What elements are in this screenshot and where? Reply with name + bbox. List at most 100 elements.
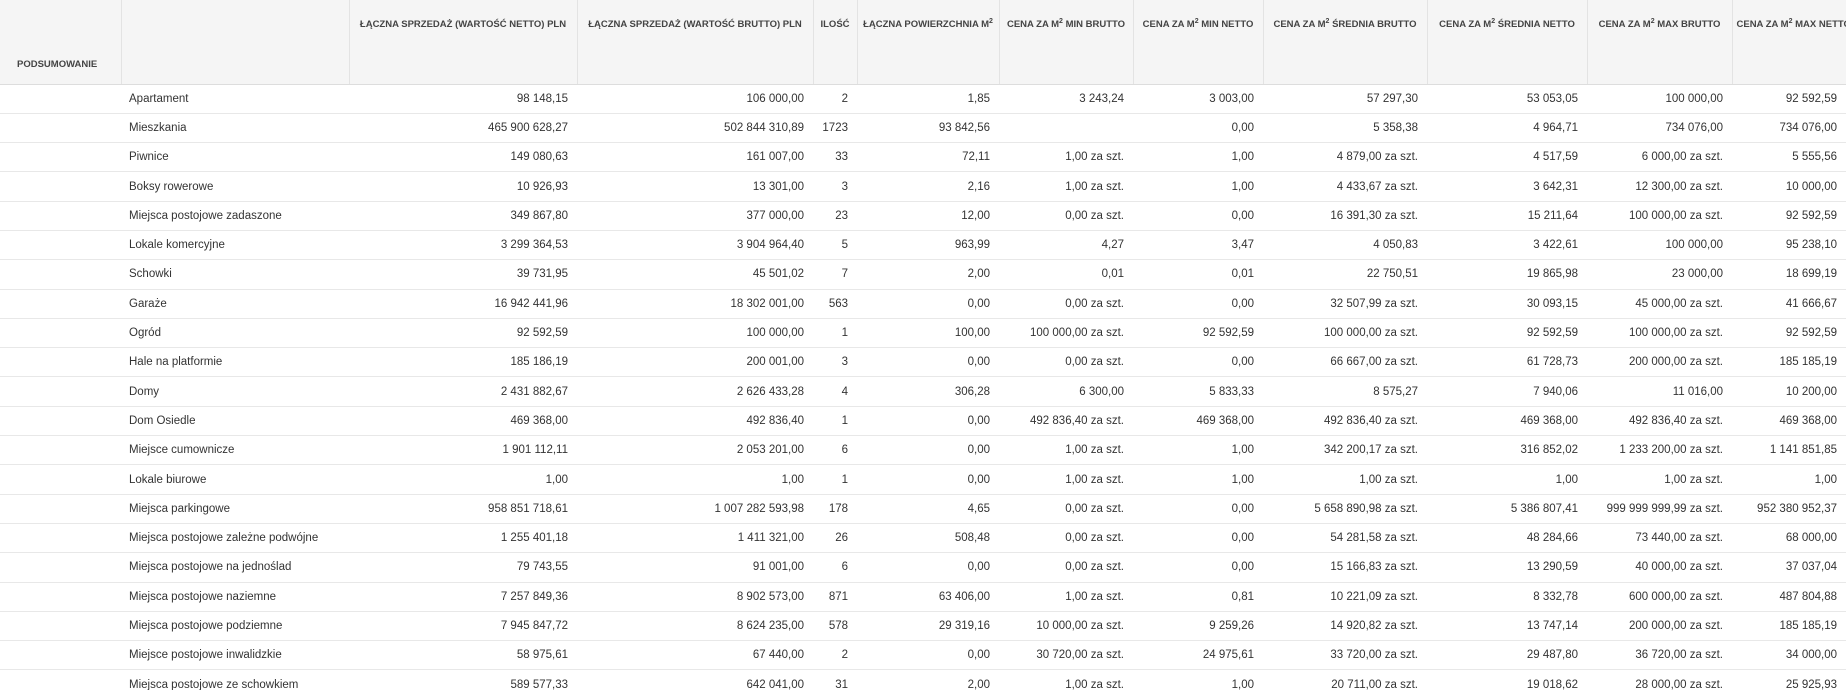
value-cell: 7 257 849,36	[349, 582, 577, 612]
table-row[interactable]: Apartament 98 148,15 106 000,00 2 1,85 3 243,…	[0, 84, 1846, 114]
table-row[interactable]: Garaże 16 942 441,96 18 302 001,00 563 0,00 0…	[0, 289, 1846, 319]
value-cell: 34 000,00	[1732, 640, 1846, 671]
value-cell: 5 555,56	[1732, 142, 1846, 173]
value-cell: 734 076,00	[1587, 113, 1732, 144]
table-row[interactable]: Miejsca postojowe podziemne 7 945 847,72 8…	[0, 611, 1846, 642]
value-cell: 0,00	[857, 347, 999, 378]
value-cell: 1 233 200,00 za szt.	[1587, 435, 1732, 466]
value-cell: 3 422,61	[1427, 230, 1587, 261]
value-cell: 10 221,09 za szt.	[1263, 582, 1427, 612]
value-cell: 1,00	[349, 464, 577, 495]
value-cell: 20 711,00 za szt.	[1263, 669, 1427, 690]
value-cell: 58 975,61	[349, 640, 577, 671]
value-cell: 465 900 628,27	[349, 113, 577, 144]
value-cell: 0,00 za szt.	[999, 347, 1133, 378]
value-cell: 0,00	[1133, 552, 1263, 583]
table-row[interactable]: Boksy rowerowe 10 926,93 13 301,00 3 2,16 1,0…	[0, 171, 1846, 202]
column-header-9[interactable]: CENA ZA M2 MAX NETTO	[1732, 0, 1846, 85]
value-cell: 48 284,66	[1427, 523, 1587, 554]
value-cell: 92 592,59	[1732, 84, 1846, 114]
value-cell: 8 332,78	[1427, 582, 1587, 612]
table-row[interactable]: Miejsca postojowe naziemne 7 257 849,36 8 …	[0, 582, 1846, 612]
value-cell: 1	[813, 406, 857, 437]
value-cell: 963,99	[857, 230, 999, 261]
value-cell: 2,16	[857, 171, 999, 202]
value-cell: 1,00 za szt.	[999, 669, 1133, 690]
column-header-5[interactable]: CENA ZA M2 MIN NETTO	[1133, 0, 1264, 85]
value-cell: 100 000,00 za szt.	[1587, 201, 1732, 231]
table-row[interactable]: Lokale biurowe 1,00 1,00 1 0,00 1,00 za szt. 1…	[0, 464, 1846, 495]
row-spacer-cell	[0, 376, 121, 407]
table-row[interactable]: Miejsca postojowe ze schowkiem 589 577,33…	[0, 669, 1846, 690]
table-row[interactable]: Domy 2 431 882,67 2 626 433,28 4 306,28 6 300…	[0, 376, 1846, 407]
value-cell: 10 926,93	[349, 171, 577, 202]
table-row[interactable]: Dom Osiedle 469 368,00 492 836,40 1 0,00 492 …	[0, 406, 1846, 437]
value-cell: 3 003,00	[1133, 84, 1263, 114]
value-cell: 95 238,10	[1732, 230, 1846, 261]
value-cell: 149 080,63	[349, 142, 577, 173]
table-row[interactable]: Piwnice 149 080,63 161 007,00 33 72,11 1,00 z…	[0, 142, 1846, 173]
table-row[interactable]: Miejsce cumownicze 1 901 112,11 2 053 201,…	[0, 435, 1846, 466]
value-cell: 492 836,40 za szt.	[999, 406, 1133, 437]
column-header-8[interactable]: CENA ZA M2 MAX BRUTTO	[1587, 0, 1733, 85]
table-body: Apartament 98 148,15 106 000,00 2 1,85 3 243,…	[0, 84, 1846, 690]
column-header-suffix: ŚREDNIA NETTO	[1495, 19, 1575, 31]
value-cell: 100 000,00	[1587, 230, 1732, 261]
row-name-cell: Lokale biurowe	[121, 464, 349, 495]
name-column-header	[121, 0, 350, 85]
row-spacer-cell	[0, 113, 121, 144]
column-header-text: CENA ZA M	[1273, 19, 1326, 31]
value-cell: 3 642,31	[1427, 171, 1587, 202]
table-row[interactable]: Miejsca parkingowe 958 851 718,61 1 007 28…	[0, 494, 1846, 524]
value-cell: 0,00	[857, 406, 999, 437]
value-cell: 100 000,00	[577, 318, 813, 349]
value-cell: 25 925,93	[1732, 669, 1846, 690]
value-cell: 16 942 441,96	[349, 289, 577, 319]
table-row[interactable]: Mieszkania 465 900 628,27 502 844 310,89 17…	[0, 113, 1846, 144]
value-cell: 26	[813, 523, 857, 554]
column-header-text: ŁĄCZNA SPRZEDAŻ (WARTOŚĆ BRUTTO) PLN	[588, 19, 802, 31]
table-row[interactable]: Ogród 92 592,59 100 000,00 1 100,00 100 000,0…	[0, 318, 1846, 349]
column-header-7[interactable]: CENA ZA M2 ŚREDNIA NETTO	[1427, 0, 1588, 85]
table-row[interactable]: Lokale komercyjne 3 299 364,53 3 904 964,4…	[0, 230, 1846, 261]
value-cell: 3 243,24	[999, 84, 1133, 114]
table-row[interactable]: Miejsca postojowe zależne podwójne 1 255 …	[0, 523, 1846, 554]
column-header-4[interactable]: CENA ZA M2 MIN BRUTTO	[999, 0, 1134, 85]
value-cell	[999, 113, 1133, 144]
column-header-suffix: MAX NETTO	[1792, 19, 1846, 31]
value-cell: 2 053 201,00	[577, 435, 813, 466]
value-cell: 6 300,00	[999, 376, 1133, 407]
value-cell: 2 626 433,28	[577, 376, 813, 407]
value-cell: 4 050,83	[1263, 230, 1427, 261]
value-cell: 1	[813, 464, 857, 495]
value-cell: 79 743,55	[349, 552, 577, 583]
table-row[interactable]: Miejsca postojowe zadaszone 349 867,80 377…	[0, 201, 1846, 231]
value-cell: 8 575,27	[1263, 376, 1427, 407]
summary-table: PODSUMOWANIE ŁĄCZNA SPRZEDAŻ (WARTOŚĆ NE…	[0, 0, 1846, 690]
value-cell: 11 016,00	[1587, 376, 1732, 407]
value-cell: 492 836,40 za szt.	[1587, 406, 1732, 437]
column-header-6[interactable]: CENA ZA M2 ŚREDNIA BRUTTO	[1263, 0, 1428, 85]
column-header-3[interactable]: ŁĄCZNA POWIERZCHNIA M2	[857, 0, 1000, 85]
value-cell: 57 297,30	[1263, 84, 1427, 114]
row-spacer-cell	[0, 640, 121, 671]
table-row[interactable]: Hale na platformie 185 186,19 200 001,00 3 0…	[0, 347, 1846, 378]
value-cell: 469 368,00	[1732, 406, 1846, 437]
row-spacer-cell	[0, 523, 121, 554]
value-cell: 1,00 za szt.	[999, 582, 1133, 612]
table-row[interactable]: Miejsca postojowe na jednoślad 79 743,55 9…	[0, 552, 1846, 583]
value-cell: 487 804,88	[1732, 582, 1846, 612]
row-spacer-cell	[0, 201, 121, 231]
table-row[interactable]: Miejsce postojowe inwalidzkie 58 975,61 67…	[0, 640, 1846, 671]
value-cell: 958 851 718,61	[349, 494, 577, 524]
column-header-2[interactable]: ILOŚĆ	[813, 0, 858, 85]
column-header-1[interactable]: ŁĄCZNA SPRZEDAŻ (WARTOŚĆ BRUTTO) PLN	[577, 0, 814, 85]
row-spacer-cell	[0, 230, 121, 261]
value-cell: 2 431 882,67	[349, 376, 577, 407]
column-header-0[interactable]: ŁĄCZNA SPRZEDAŻ (WARTOŚĆ NETTO) PLN	[349, 0, 578, 85]
table-row[interactable]: Schowki 39 731,95 45 501,02 7 2,00 0,01 0,01 22…	[0, 259, 1846, 290]
value-cell: 3 299 364,53	[349, 230, 577, 261]
value-cell: 23 000,00	[1587, 259, 1732, 290]
value-cell: 13 301,00	[577, 171, 813, 202]
value-cell: 508,48	[857, 523, 999, 554]
